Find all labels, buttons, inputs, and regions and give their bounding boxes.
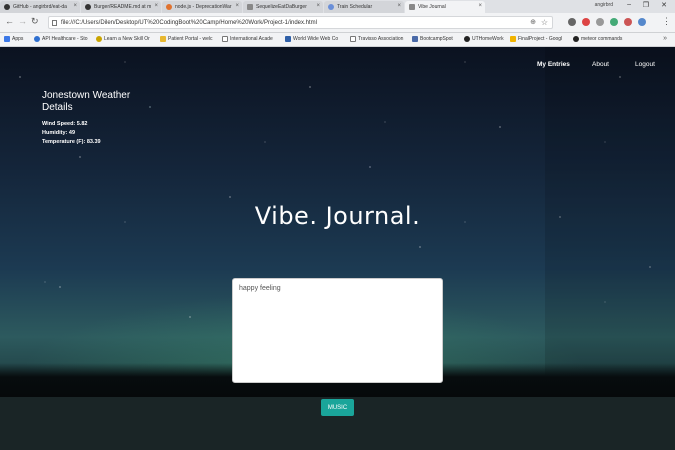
browser-tab[interactable]: GitHub - angirbrd/eat-da × xyxy=(0,1,80,13)
folder-icon xyxy=(160,36,166,42)
bookmark-label: Patient Portal - welc xyxy=(168,36,213,42)
github-icon xyxy=(4,4,10,10)
train-icon xyxy=(328,4,334,10)
extension-icon[interactable] xyxy=(596,18,604,26)
page-viewport: My Entries About Logout Jonestown Weathe… xyxy=(0,47,675,450)
extension-icon[interactable] xyxy=(568,18,576,26)
github-icon xyxy=(85,4,91,10)
bookmark-item[interactable]: API Healthcare - Sto xyxy=(34,36,88,42)
minimize-icon[interactable]: – xyxy=(627,1,631,8)
bookmark-label: International Acade xyxy=(230,36,273,42)
temperature: Temperature (F): 83.39 xyxy=(42,139,101,145)
bookmark-label: API Healthcare - Sto xyxy=(42,36,88,42)
extension-icon[interactable] xyxy=(610,18,618,26)
browser-tab[interactable]: Train Schedular × xyxy=(324,1,404,13)
tab-title: Train Schedular xyxy=(337,4,373,10)
forward-icon[interactable]: → xyxy=(18,16,27,26)
w3c-icon xyxy=(285,36,291,42)
extension-icon[interactable] xyxy=(638,18,646,26)
bookmark-item[interactable]: World Wide Web Co xyxy=(285,36,338,42)
bookmark-item[interactable]: Travisso Association xyxy=(350,36,403,42)
new-tab-button[interactable] xyxy=(486,1,498,13)
github-icon xyxy=(464,36,470,42)
page-title: Vibe. Journal. xyxy=(254,202,421,230)
nav-my-entries[interactable]: My Entries xyxy=(537,61,570,68)
wind-speed: Wind Speed: 5.82 xyxy=(42,121,88,127)
bookmark-star-icon[interactable]: ☆ xyxy=(541,17,548,29)
bookmark-label: meteor commands xyxy=(581,36,623,42)
weather-panel: Jonestown Weather Details Wind Speed: 5.… xyxy=(42,90,152,147)
humidity: Humidity: 49 xyxy=(42,130,76,136)
drive-icon xyxy=(510,36,516,42)
browser-tab-active[interactable]: Vibe Journal × xyxy=(405,1,485,13)
bookmark-label: Learn a New Skill Or xyxy=(104,36,150,42)
address-bar[interactable]: file:///C:/Users/Dilen/Desktop/UT%20Codi… xyxy=(48,16,553,29)
page-icon xyxy=(247,4,253,10)
tab-title: SequelizeEatDaBurger xyxy=(256,4,307,10)
close-icon[interactable]: × xyxy=(154,3,158,9)
page-icon xyxy=(222,36,228,42)
extension-icon[interactable] xyxy=(624,18,632,26)
bookmarks-overflow-icon[interactable]: » xyxy=(663,35,667,42)
tab-title: node.js - DeprecationWar xyxy=(175,4,232,10)
back-icon[interactable]: ← xyxy=(5,16,14,26)
bookmark-item[interactable]: International Acade xyxy=(222,36,273,42)
browser-toolbar: ← → ↻ file:///C:/Users/Dilen/Desktop/UT%… xyxy=(0,13,675,33)
weather-title: Jonestown Weather Details xyxy=(42,90,131,113)
close-icon[interactable]: × xyxy=(478,3,482,9)
apps-icon xyxy=(4,36,10,42)
bookmark-item[interactable]: Patient Portal - welc xyxy=(160,36,212,42)
bookmark-label: BootcampSpot xyxy=(420,36,453,42)
browser-tab[interactable]: node.js - DeprecationWar × xyxy=(162,1,242,13)
bookmark-label: Travisso Association xyxy=(358,36,404,42)
bootcamp-icon xyxy=(412,36,418,42)
tab-title: Vibe Journal xyxy=(418,4,446,10)
extension-icon[interactable] xyxy=(582,18,590,26)
url-text: file:///C:/Users/Dilen/Desktop/UT%20Codi… xyxy=(61,20,317,26)
browser-tab[interactable]: SequelizeEatDaBurger × xyxy=(243,1,323,13)
menu-icon[interactable]: ⋮ xyxy=(662,16,671,27)
zoom-icon[interactable]: ⊕ xyxy=(530,17,536,29)
bookmark-label: Apps xyxy=(12,36,24,42)
page-icon xyxy=(350,36,356,42)
window-close-icon[interactable]: ✕ xyxy=(661,1,667,9)
close-icon[interactable]: × xyxy=(316,3,320,9)
stackoverflow-icon xyxy=(166,4,172,10)
bookmark-label: World Wide Web Co xyxy=(293,36,339,42)
nav-about[interactable]: About xyxy=(592,61,609,68)
bookmark-label: FinalProject - Googl xyxy=(518,36,563,42)
bookmark-item[interactable]: meteor commands xyxy=(573,36,622,42)
close-icon[interactable]: × xyxy=(397,3,401,9)
close-icon[interactable]: × xyxy=(73,3,77,9)
bookmark-item[interactable]: BootcampSpot xyxy=(412,36,453,42)
restore-icon[interactable]: ❐ xyxy=(643,1,649,9)
page-icon xyxy=(52,20,57,26)
music-button[interactable]: MUSIC xyxy=(321,399,354,416)
bookmark-item[interactable]: UTHomeWork xyxy=(464,36,504,42)
close-icon[interactable]: × xyxy=(235,3,239,9)
page-icon xyxy=(409,4,415,10)
bookmark-label: UTHomeWork xyxy=(472,36,504,42)
github-icon xyxy=(573,36,579,42)
tab-title: GitHub - angirbrd/eat-da xyxy=(13,4,67,10)
bookmarks-bar: Apps API Healthcare - Sto Learn a New Sk… xyxy=(0,33,675,47)
bookmark-item[interactable]: Learn a New Skill Or xyxy=(96,36,150,42)
profile-name[interactable]: angirbrd xyxy=(595,2,613,8)
reload-icon[interactable]: ↻ xyxy=(31,16,39,27)
browser-tabstrip: GitHub - angirbrd/eat-da × Burger/README… xyxy=(0,0,675,13)
learn-icon xyxy=(96,36,102,42)
nav-logout[interactable]: Logout xyxy=(635,61,655,68)
api-icon xyxy=(34,36,40,42)
browser-tab[interactable]: Burger/README.md at m × xyxy=(81,1,161,13)
bookmark-item[interactable]: FinalProject - Googl xyxy=(510,36,562,42)
bookmark-item[interactable]: Apps xyxy=(4,36,23,42)
tab-title: Burger/README.md at m xyxy=(94,4,152,10)
journal-entry-input[interactable]: happy feeling xyxy=(232,278,443,383)
